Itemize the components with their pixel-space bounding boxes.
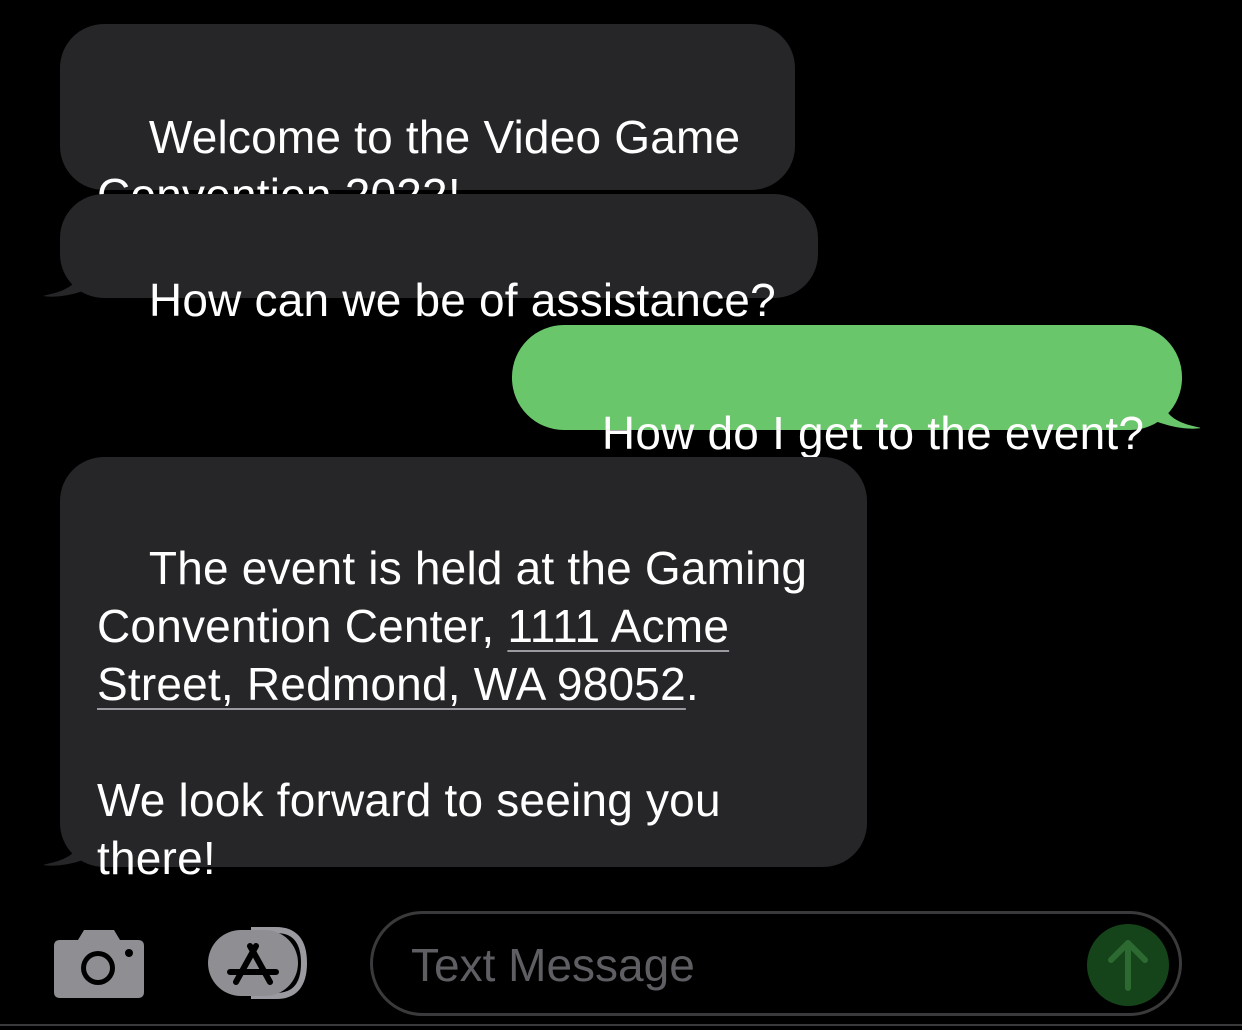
arrow-up-icon bbox=[1108, 940, 1148, 991]
outgoing-message-bubble[interactable]: How do I get to the event? bbox=[512, 325, 1200, 459]
bubble-tail-icon bbox=[44, 258, 96, 297]
incoming-message-bubble[interactable]: Welcome to the Video Game Convention 202… bbox=[60, 24, 795, 221]
camera-icon bbox=[54, 930, 144, 998]
bubble-tail-icon bbox=[44, 827, 96, 866]
message-input[interactable]: Text Message bbox=[370, 911, 1182, 1016]
bubble-tail-icon bbox=[1148, 390, 1200, 429]
incoming-message-bubble[interactable]: How can we be of assistance? bbox=[44, 194, 818, 326]
message-text: How can we be of assistance? bbox=[148, 274, 776, 326]
message-text: How do I get to the event? bbox=[601, 407, 1145, 459]
app-store-button[interactable] bbox=[206, 926, 326, 1000]
message-input-placeholder: Text Message bbox=[411, 939, 695, 991]
app-store-icon bbox=[208, 927, 308, 999]
send-button[interactable] bbox=[1087, 924, 1169, 1006]
camera-button[interactable] bbox=[54, 926, 144, 998]
incoming-message-bubble[interactable]: The event is held at the Gaming Conventi… bbox=[44, 457, 867, 884]
divider bbox=[0, 1024, 1242, 1026]
